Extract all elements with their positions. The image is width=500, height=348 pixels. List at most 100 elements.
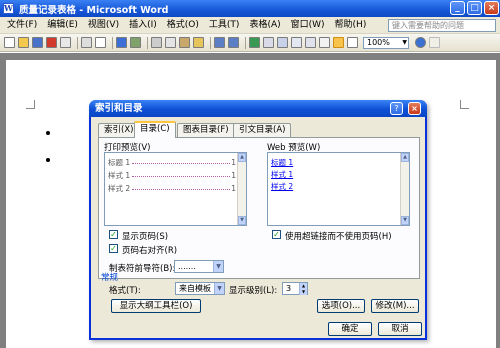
chevron-down-icon[interactable]: ▼ — [213, 261, 223, 272]
bullet-point — [46, 158, 50, 162]
print-preview-icon[interactable] — [95, 37, 106, 48]
spin-down-icon[interactable]: ▼ — [299, 289, 307, 295]
bullet-point — [46, 131, 50, 135]
ok-button[interactable]: 确定 — [328, 322, 372, 336]
right-align-label: 页码右对齐(R) — [122, 246, 178, 256]
web-preview-box: 标题 1 样式 1 样式 2 ▲ ▼ — [267, 152, 410, 226]
tab-table-of-figures[interactable]: 图表目录(F) — [177, 123, 235, 137]
preview-entry-text: 标题 1 — [108, 158, 131, 167]
cut-icon[interactable] — [151, 37, 162, 48]
levels-spinner[interactable]: 3 ▲ ▼ — [282, 282, 308, 295]
close-window-button[interactable]: × — [484, 1, 499, 15]
formats-select[interactable]: 来自模板 ▼ — [175, 282, 225, 295]
leader-dots — [132, 163, 230, 164]
format-painter-icon[interactable] — [193, 37, 204, 48]
preview-entry: 样式 2 1 — [108, 184, 236, 193]
window-title-bar: W 质量记录表格 - Microsoft Word — [0, 0, 500, 17]
web-preview-link[interactable]: 样式 1 — [271, 169, 293, 180]
word-app-icon: W — [3, 3, 14, 14]
paste-icon[interactable] — [179, 37, 190, 48]
formats-value: 来自模板 — [179, 284, 211, 293]
columns-icon[interactable] — [305, 37, 316, 48]
show-page-numbers-checkbox[interactable]: ✓ — [109, 230, 118, 239]
menu-file[interactable]: 文件(F) — [2, 18, 42, 32]
menu-insert[interactable]: 插入(I) — [124, 18, 162, 32]
new-document-icon[interactable] — [4, 37, 15, 48]
drawing-icon[interactable] — [319, 37, 330, 48]
options-button[interactable]: 选项(O)... — [317, 299, 365, 313]
menu-format[interactable]: 格式(O) — [162, 18, 204, 32]
show-hide-icon[interactable] — [347, 37, 358, 48]
toolbar-separator — [245, 36, 246, 49]
tables-borders-icon[interactable] — [263, 37, 274, 48]
preview-entry-text: 样式 2 — [108, 184, 131, 193]
maximize-button[interactable]: □ — [467, 1, 482, 15]
right-align-checkbox[interactable]: ✓ — [109, 244, 118, 253]
menu-table[interactable]: 表格(A) — [244, 18, 285, 32]
formats-label: 格式(T): — [109, 286, 141, 296]
modify-button[interactable]: 修改(M)... — [371, 299, 419, 313]
print-icon[interactable] — [81, 37, 92, 48]
tab-leader-select[interactable]: ....... ▼ — [174, 260, 224, 273]
document-map-icon[interactable] — [333, 37, 344, 48]
spelling-icon[interactable] — [116, 37, 127, 48]
leader-dots — [132, 189, 230, 190]
menu-help[interactable]: 帮助(H) — [330, 18, 372, 32]
standard-toolbar: 100% — [0, 34, 500, 52]
dialog-help-button[interactable]: ? — [390, 102, 403, 115]
menu-edit[interactable]: 编辑(E) — [42, 18, 83, 32]
cancel-button[interactable]: 取消 — [378, 322, 422, 336]
levels-value: 3 — [286, 284, 292, 293]
menu-view[interactable]: 视图(V) — [83, 18, 124, 32]
dialog-title: 索引和目录 — [89, 100, 427, 117]
tab-table-of-authorities[interactable]: 引文目录(A) — [233, 123, 292, 137]
preview-entry-page: 1 — [231, 158, 236, 167]
hyperlink-icon[interactable] — [249, 37, 260, 48]
insert-table-icon[interactable] — [277, 37, 288, 48]
preview-entry-page: 1 — [231, 184, 236, 193]
use-hyperlinks-checkbox[interactable]: ✓ — [272, 230, 281, 239]
help-icon[interactable] — [415, 37, 426, 48]
preview-entry-page: 1 — [231, 171, 236, 180]
menu-window[interactable]: 窗口(W) — [286, 18, 330, 32]
dialog-close-button[interactable]: × — [408, 102, 421, 115]
preview-scrollbar[interactable]: ▲ ▼ — [237, 153, 246, 225]
preview-entry: 标题 1 1 — [108, 158, 236, 167]
web-preview-scrollbar[interactable]: ▲ ▼ — [400, 153, 409, 225]
read-icon[interactable] — [429, 37, 440, 48]
scroll-up-arrow-icon[interactable]: ▲ — [238, 153, 246, 162]
margin-corner-mark — [460, 100, 469, 109]
chevron-down-icon[interactable]: ▼ — [214, 283, 224, 294]
web-preview-link[interactable]: 标题 1 — [271, 157, 293, 168]
scroll-up-arrow-icon[interactable]: ▲ — [401, 153, 409, 162]
save-icon[interactable] — [32, 37, 43, 48]
general-section-label: 常规 — [101, 273, 119, 283]
scroll-down-arrow-icon[interactable]: ▼ — [238, 216, 246, 225]
leader-dots — [132, 176, 230, 177]
redo-icon[interactable] — [228, 37, 239, 48]
copy-icon[interactable] — [165, 37, 176, 48]
menu-tools[interactable]: 工具(T) — [204, 18, 245, 32]
zoom-select[interactable]: 100% — [363, 36, 409, 49]
tab-leader-label: 制表符前导符(B): — [109, 264, 176, 274]
web-preview-link[interactable]: 样式 2 — [271, 181, 293, 192]
window-title: 质量记录表格 - Microsoft Word — [19, 4, 169, 16]
scroll-down-arrow-icon[interactable]: ▼ — [401, 216, 409, 225]
toolbar-separator — [112, 36, 113, 49]
insert-excel-icon[interactable] — [291, 37, 302, 48]
open-folder-icon[interactable] — [18, 37, 29, 48]
research-icon[interactable] — [130, 37, 141, 48]
levels-label: 显示级别(L): — [229, 286, 278, 296]
tab-table-of-contents[interactable]: 目录(C) — [134, 121, 176, 138]
email-icon[interactable] — [60, 37, 71, 48]
margin-corner-mark — [26, 100, 35, 109]
toolbar-separator — [147, 36, 148, 49]
help-search-input[interactable]: 键入需要帮助的问题 — [388, 19, 496, 32]
minimize-button[interactable]: _ — [450, 1, 465, 15]
use-hyperlinks-label: 使用超链接而不使用页码(H) — [285, 232, 392, 242]
index-and-tables-dialog: 索引和目录 ? × 索引(X) 目录(C) 图表目录(F) 引文目录(A) 打印… — [89, 100, 427, 340]
permission-icon[interactable] — [46, 37, 57, 48]
tab-panel: 打印预览(V) 标题 1 1 样式 1 1 样式 2 1 ▲ ▼ Web 预览(… — [98, 137, 420, 279]
undo-icon[interactable] — [214, 37, 225, 48]
show-outline-toolbar-button[interactable]: 显示大纲工具栏(O) — [111, 299, 201, 313]
